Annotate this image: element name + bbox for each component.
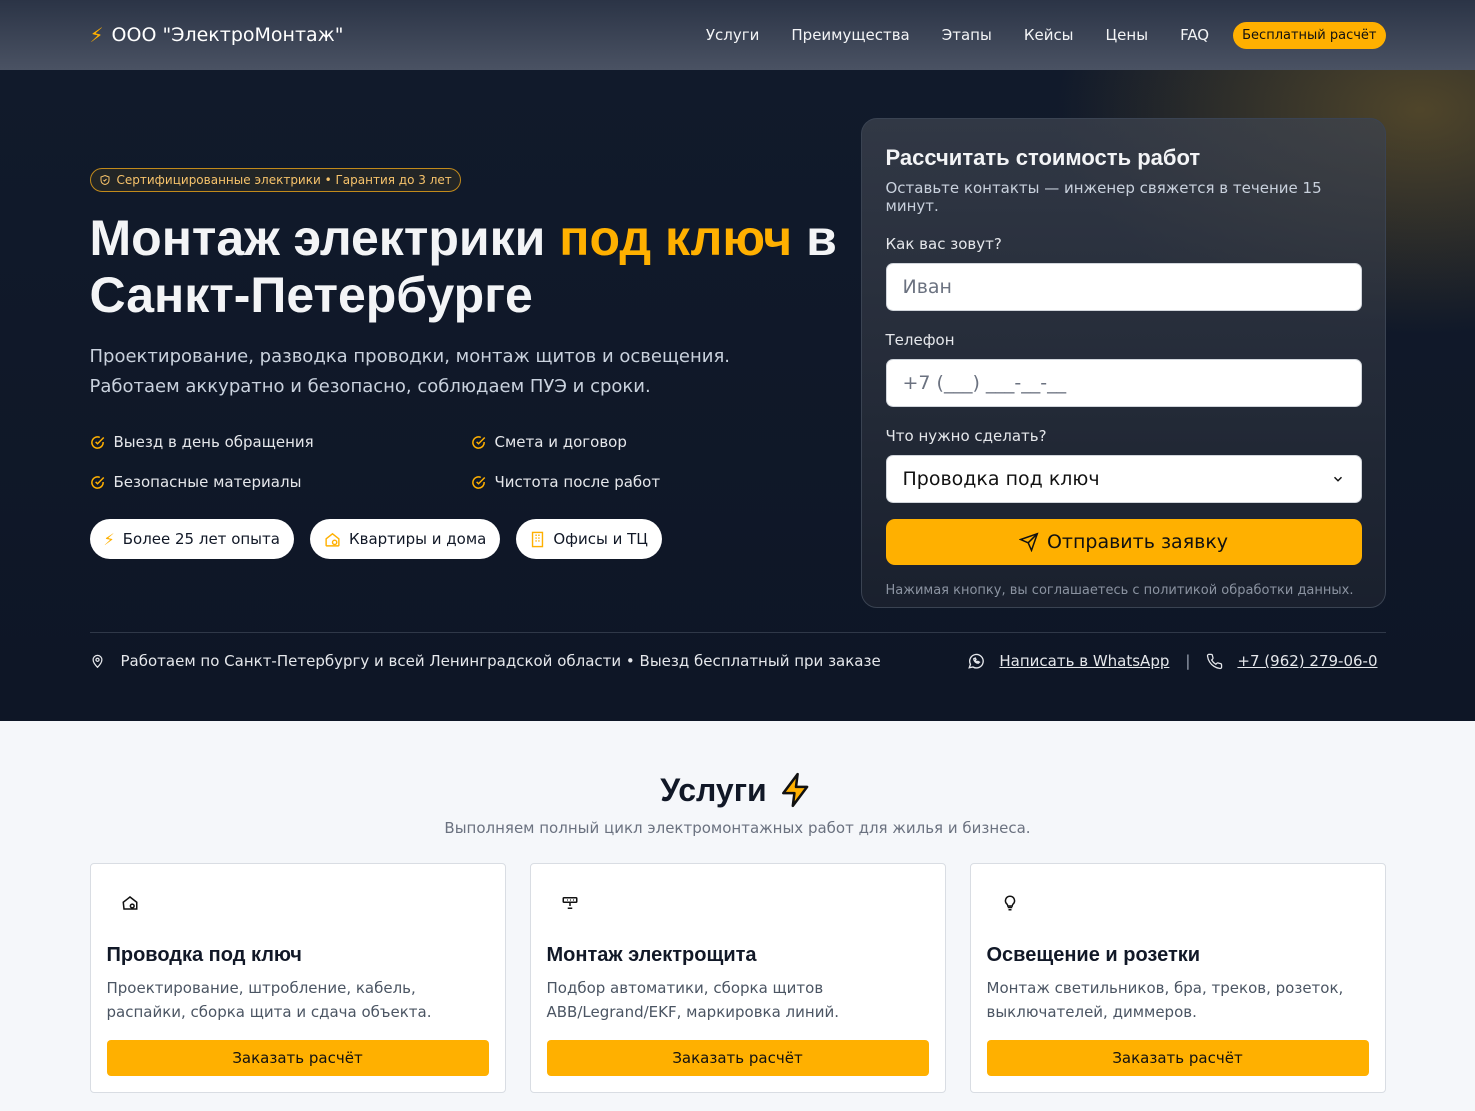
contact-separator: | — [1185, 652, 1191, 670]
services-title: Услуги — [90, 771, 1386, 809]
chevron-down-icon — [1333, 476, 1342, 482]
nav-link-cases[interactable]: Кейсы — [1024, 26, 1074, 44]
hero-lead: Проектирование, разводка проводки, монта… — [89, 346, 731, 397]
benefit-label: Выезд в день обращения — [113, 433, 314, 451]
benefit-item: Безопасные материалы — [90, 472, 471, 492]
check-circle-icon — [471, 475, 485, 489]
task-selected-value: Проводка под ключ — [902, 468, 1100, 490]
form-subtitle: Оставьте контакты — инженер свяжется в т… — [885, 179, 1322, 215]
shield-icon — [100, 174, 109, 186]
free-estimate-button[interactable]: Бесплатный расчёт — [1233, 21, 1386, 49]
phone-input[interactable]: +7 (___) ___-__-__ — [885, 359, 1362, 407]
pill-offices[interactable]: Офисы и ТЦ — [516, 519, 662, 559]
service-title: Проводка под ключ — [106, 944, 302, 966]
brand-logo[interactable]: ⚡ ООО "ЭлектроМонтаж" — [90, 23, 344, 47]
service-card: Освещение и розетки Монтаж светильников,… — [969, 863, 1386, 1093]
hero-divider — [89, 632, 1386, 633]
lightning-icon — [781, 772, 809, 808]
benefit-label: Смета и договор — [494, 433, 627, 451]
benefits-list: Выезд в день обращения Смета и договор Б… — [90, 432, 850, 492]
benefit-label: Безопасные материалы — [113, 473, 302, 491]
consent-text: Нажимая кнопку, вы соглашаетесь с полити… — [885, 583, 1354, 598]
submit-label: Отправить заявку — [1046, 531, 1229, 553]
benefit-item: Смета и договор — [471, 432, 771, 452]
panel-icon — [562, 897, 577, 909]
hero-title: Монтаж электрики под ключ в Санкт-Петерб… — [90, 210, 850, 324]
pill-label: Офисы и ТЦ — [553, 530, 648, 548]
hero-section: Сертифицированные электрики • Гарантия д… — [0, 70, 1475, 721]
hero-title-part1: Монтаж электрики — [89, 210, 560, 266]
navbar: ⚡ ООО "ЭлектроМонтаж" Услуги Преимуществ… — [0, 0, 1475, 70]
building-icon — [532, 531, 544, 547]
task-select[interactable]: Проводка под ключ — [885, 455, 1362, 503]
name-label: Как вас зовут? — [885, 235, 1002, 253]
benefit-label: Чистота после работ — [494, 473, 661, 491]
order-estimate-button[interactable]: Заказать расчёт — [546, 1040, 929, 1076]
whatsapp-icon — [968, 653, 985, 669]
check-circle-icon — [90, 435, 104, 449]
benefit-item: Выезд в день обращения — [90, 432, 471, 452]
house-icon — [325, 532, 340, 547]
services-grid: Проводка под ключ Проектирование, штробл… — [89, 863, 1386, 1093]
feature-pills: ⚡ Более 25 лет опыта Квартиры и дома Офи… — [89, 519, 662, 559]
hero-title-accent: под ключ — [559, 210, 793, 266]
submit-button[interactable]: Отправить заявку — [885, 519, 1362, 565]
service-card: Проводка под ключ Проектирование, штробл… — [89, 863, 506, 1093]
service-title: Монтаж электрощита — [546, 944, 757, 966]
lightning-icon: ⚡ — [89, 23, 104, 47]
lightbulb-icon — [1004, 895, 1015, 911]
check-circle-icon — [471, 435, 485, 449]
contact-links: Написать в WhatsApp | +7 (962) 279-06-0 — [967, 652, 1378, 670]
send-icon — [1018, 532, 1039, 552]
service-text: Подбор автоматики, сборка щитов ABB/Legr… — [546, 979, 839, 1021]
map-pin-icon — [91, 654, 103, 669]
name-input[interactable]: Иван — [885, 263, 1362, 311]
nav-link-faq[interactable]: FAQ — [1180, 26, 1209, 44]
nav-links: Услуги Преимущества Этапы Кейсы Цены FAQ… — [674, 21, 1386, 49]
estimate-form-card: Рассчитать стоимость работ Оставьте конт… — [860, 118, 1386, 608]
badge-text: Сертифицированные электрики • Гарантия д… — [116, 173, 452, 187]
certification-badge: Сертифицированные электрики • Гарантия д… — [89, 168, 461, 192]
phone-label: Телефон — [885, 331, 955, 349]
whatsapp-link[interactable]: Написать в WhatsApp — [999, 652, 1169, 670]
service-title: Освещение и розетки — [986, 944, 1201, 966]
nav-link-stages[interactable]: Этапы — [942, 26, 992, 44]
pill-label: Более 25 лет опыта — [122, 530, 280, 548]
task-label: Что нужно сделать? — [885, 427, 1047, 445]
phone-icon — [1207, 653, 1223, 669]
service-area: Работаем по Санкт-Петербургу и всей Лени… — [90, 652, 881, 670]
nav-link-prices[interactable]: Цены — [1106, 26, 1149, 44]
nav-link-advantages[interactable]: Преимущества — [791, 26, 909, 44]
service-area-text: Работаем по Санкт-Петербургу и всей Лени… — [120, 652, 881, 670]
pill-label: Квартиры и дома — [348, 530, 487, 548]
form-title: Рассчитать стоимость работ — [885, 145, 1201, 170]
pill-homes[interactable]: Квартиры и дома — [309, 519, 501, 559]
service-text: Монтаж светильников, бра, треков, розето… — [986, 979, 1344, 1021]
house-gear-icon — [121, 896, 137, 910]
brand-name: ООО "ЭлектроМонтаж" — [111, 24, 344, 46]
lightning-icon: ⚡ — [103, 529, 115, 549]
services-subtitle: Выполняем полный цикл электромонтажных р… — [444, 819, 1031, 837]
nav-link-services[interactable]: Услуги — [706, 26, 759, 44]
order-estimate-button[interactable]: Заказать расчёт — [106, 1040, 489, 1076]
benefit-item: Чистота после работ — [471, 472, 771, 492]
services-section: Услуги Выполняем полный цикл электромонт… — [0, 721, 1475, 1111]
pill-experience[interactable]: ⚡ Более 25 лет опыта — [89, 519, 294, 559]
service-card: Монтаж электрощита Подбор автоматики, сб… — [529, 863, 946, 1093]
services-title-text: Услуги — [660, 771, 767, 808]
check-circle-icon — [90, 475, 104, 489]
order-estimate-button[interactable]: Заказать расчёт — [986, 1040, 1369, 1076]
phone-link[interactable]: +7 (962) 279-06-0 — [1237, 652, 1377, 670]
service-text: Проектирование, штробление, кабель, расп… — [106, 979, 432, 1021]
